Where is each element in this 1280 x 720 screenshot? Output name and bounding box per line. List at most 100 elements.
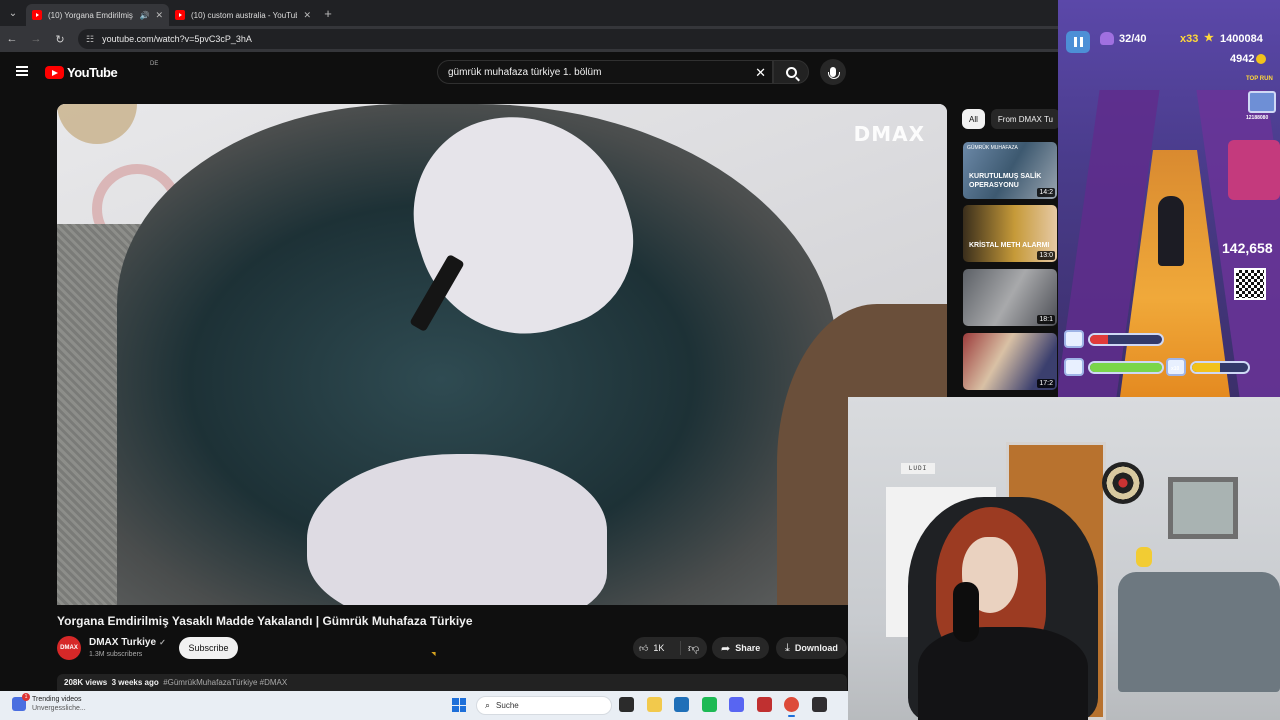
upload-age: 3 weeks ago bbox=[111, 678, 159, 687]
youtube-play-icon bbox=[45, 66, 64, 79]
distance-counter: 142,658 bbox=[1222, 240, 1273, 256]
streamer-body bbox=[918, 627, 1088, 720]
browser-tab-bar: ⌄ (10) Yorgana Emdirilmiş Yasaklı Madde … bbox=[0, 0, 1058, 26]
video-title: Yorgana Emdirilmiş Yasaklı Madde Yakalan… bbox=[57, 614, 473, 628]
top-run-score: 12188080 bbox=[1246, 115, 1269, 121]
taskbar-chrome-icon[interactable] bbox=[784, 697, 799, 717]
address-bar[interactable]: ☷ youtube.com/watch?v=5pvC3cP_3hA bbox=[78, 29, 1058, 49]
youtube-favicon-icon bbox=[175, 10, 185, 20]
close-tab-icon[interactable]: ✕ bbox=[155, 10, 163, 21]
search-icon bbox=[785, 66, 797, 78]
search-input[interactable]: gümrük muhafaza türkiye 1. bölüm ✕ bbox=[437, 60, 773, 84]
close-tab-icon[interactable]: ✕ bbox=[303, 10, 311, 21]
windows-taskbar: 1 Trending videos Unvergessliche... ⌕ Su… bbox=[0, 691, 848, 720]
webcam-sofa bbox=[1118, 572, 1280, 692]
game-overlay: 32/40 x33 ★ 1400084 4942 TOP RUN 1218808… bbox=[1058, 0, 1280, 397]
tab-search-icon[interactable]: ⌄ bbox=[0, 0, 26, 26]
powerup-bar-sneakers bbox=[1190, 361, 1250, 374]
menu-icon[interactable] bbox=[16, 66, 28, 76]
channel-name[interactable]: DMAX Turkiye ✓ bbox=[89, 637, 166, 648]
powerup-badge: x10 bbox=[1171, 366, 1180, 372]
pause-button[interactable] bbox=[1066, 31, 1090, 53]
description-box[interactable]: 208K views 3 weeks ago #GümrükMuhafazaTü… bbox=[57, 674, 847, 692]
chip-all[interactable]: All bbox=[962, 109, 985, 129]
chip-from-channel[interactable]: From DMAX Tu bbox=[990, 109, 1061, 129]
video-duration: 14:2 bbox=[1037, 188, 1055, 197]
filter-chips: All From DMAX Tu bbox=[962, 109, 1061, 129]
search-query: gümrük muhafaza türkiye 1. bölüm bbox=[448, 66, 602, 78]
voice-search-button[interactable] bbox=[820, 59, 846, 85]
channel-watermark: DMAX bbox=[853, 122, 925, 146]
speaker-icon[interactable]: 🔊 bbox=[139, 11, 149, 20]
powerup-bar-jetpack bbox=[1088, 361, 1164, 374]
dislike-button[interactable]: 👎︎ bbox=[681, 642, 699, 655]
youtube-logo[interactable]: YouTube DE bbox=[45, 61, 158, 80]
widget-subtitle: Unvergessliche... bbox=[32, 705, 86, 712]
score-multiplier: x33 bbox=[1180, 33, 1199, 45]
video-player[interactable]: DMAX bbox=[57, 104, 947, 605]
clear-search-icon[interactable]: ✕ bbox=[755, 65, 766, 81]
microphone bbox=[953, 582, 979, 642]
dartboard bbox=[1102, 462, 1144, 504]
logo-wordmark: YouTube bbox=[67, 65, 118, 80]
skull-icon bbox=[1100, 32, 1114, 45]
top-run-avatar bbox=[1248, 91, 1276, 113]
widgets-icon: 1 bbox=[12, 693, 30, 711]
recommended-video-thumbnail[interactable]: 17:2 bbox=[963, 333, 1057, 390]
door-sign: LUDI bbox=[901, 463, 935, 474]
plush-toy bbox=[1136, 547, 1152, 567]
subscribe-button[interactable]: Subscribe bbox=[179, 637, 238, 659]
taskbar-app-red-icon[interactable] bbox=[756, 697, 772, 712]
thumbs-up-icon: 👍︎ bbox=[639, 642, 649, 653]
tab-active[interactable]: (10) Yorgana Emdirilmiş Yasaklı Madde 🔊 … bbox=[26, 4, 169, 26]
site-info-icon[interactable]: ☷ bbox=[86, 34, 94, 45]
widgets-button[interactable]: 1 Trending videos Unvergessliche... bbox=[12, 693, 86, 713]
widget-title: Trending videos bbox=[32, 696, 82, 703]
recommended-video-thumbnail[interactable]: GÜMRÜK MUHAFAZA KURUTULMUŞ SALİK OPERASY… bbox=[963, 142, 1057, 199]
subscriber-count: 1.3M subscribers bbox=[89, 651, 143, 658]
tab-inactive[interactable]: (10) custom australia - YouTube ✕ bbox=[169, 4, 317, 26]
search-icon: ⌕ bbox=[485, 700, 491, 710]
new-tab-button[interactable]: + bbox=[317, 6, 339, 21]
thumbs-down-icon: 👎︎ bbox=[688, 642, 700, 655]
hashtags[interactable]: #GümrükMuhafazaTürkiye #DMAX bbox=[163, 678, 287, 687]
download-button[interactable]: ⤓ Download bbox=[776, 637, 847, 659]
taskbar-obs-icon[interactable] bbox=[811, 697, 827, 712]
like-count: 1K bbox=[653, 643, 665, 653]
game-score: 1400084 bbox=[1220, 33, 1263, 45]
reload-icon[interactable]: ↻ bbox=[54, 33, 66, 46]
skull-counter: 32/40 bbox=[1119, 33, 1147, 45]
tab-title: (10) Yorgana Emdirilmiş Yasaklı Madde bbox=[48, 10, 133, 20]
back-arrow-icon[interactable]: ← bbox=[6, 33, 18, 45]
taskbar-search[interactable]: ⌕ Suche bbox=[476, 696, 612, 715]
channel-avatar[interactable]: DMAX bbox=[57, 636, 81, 660]
taskbar-discord-icon[interactable] bbox=[729, 697, 744, 712]
qr-code bbox=[1234, 268, 1266, 300]
verified-icon: ✓ bbox=[159, 638, 166, 647]
coin-counter: 4942 bbox=[1230, 53, 1267, 65]
windows-start-icon[interactable] bbox=[452, 698, 466, 712]
like-button[interactable]: 👍︎ 1K bbox=[633, 641, 681, 655]
view-count: 208K views bbox=[64, 678, 108, 687]
taskbar-spotify-icon[interactable] bbox=[701, 697, 717, 712]
video-duration: 17:2 bbox=[1037, 379, 1055, 388]
webcam-overlay: LUDI bbox=[848, 397, 1280, 720]
taskbar-task-view-icon[interactable] bbox=[619, 697, 634, 712]
share-icon: ➦ bbox=[721, 642, 731, 655]
video-duration: 13:0 bbox=[1037, 251, 1055, 260]
jetpack-icon bbox=[1064, 358, 1084, 376]
youtube-header: YouTube DE gümrük muhafaza türkiye 1. bö… bbox=[0, 52, 1058, 92]
share-button[interactable]: ➦ Share bbox=[712, 637, 770, 659]
taskbar-search-label: Suche bbox=[496, 701, 519, 710]
taskbar-file-explorer-icon[interactable] bbox=[646, 697, 662, 712]
country-code: DE bbox=[150, 61, 159, 67]
coin-count: 4942 bbox=[1230, 53, 1255, 65]
recommended-video-thumbnail[interactable]: KRİSTAL METH ALARMI 13:0 bbox=[963, 205, 1057, 262]
recommended-video-thumbnail[interactable]: 18:1 bbox=[963, 269, 1057, 326]
wall-picture bbox=[1168, 477, 1238, 539]
microphone-icon bbox=[828, 67, 840, 79]
search-button[interactable] bbox=[773, 60, 809, 84]
forward-arrow-icon[interactable]: → bbox=[30, 33, 42, 45]
taskbar-app-blue-icon[interactable] bbox=[674, 697, 689, 712]
channel-name-text: DMAX Turkiye bbox=[89, 637, 157, 648]
